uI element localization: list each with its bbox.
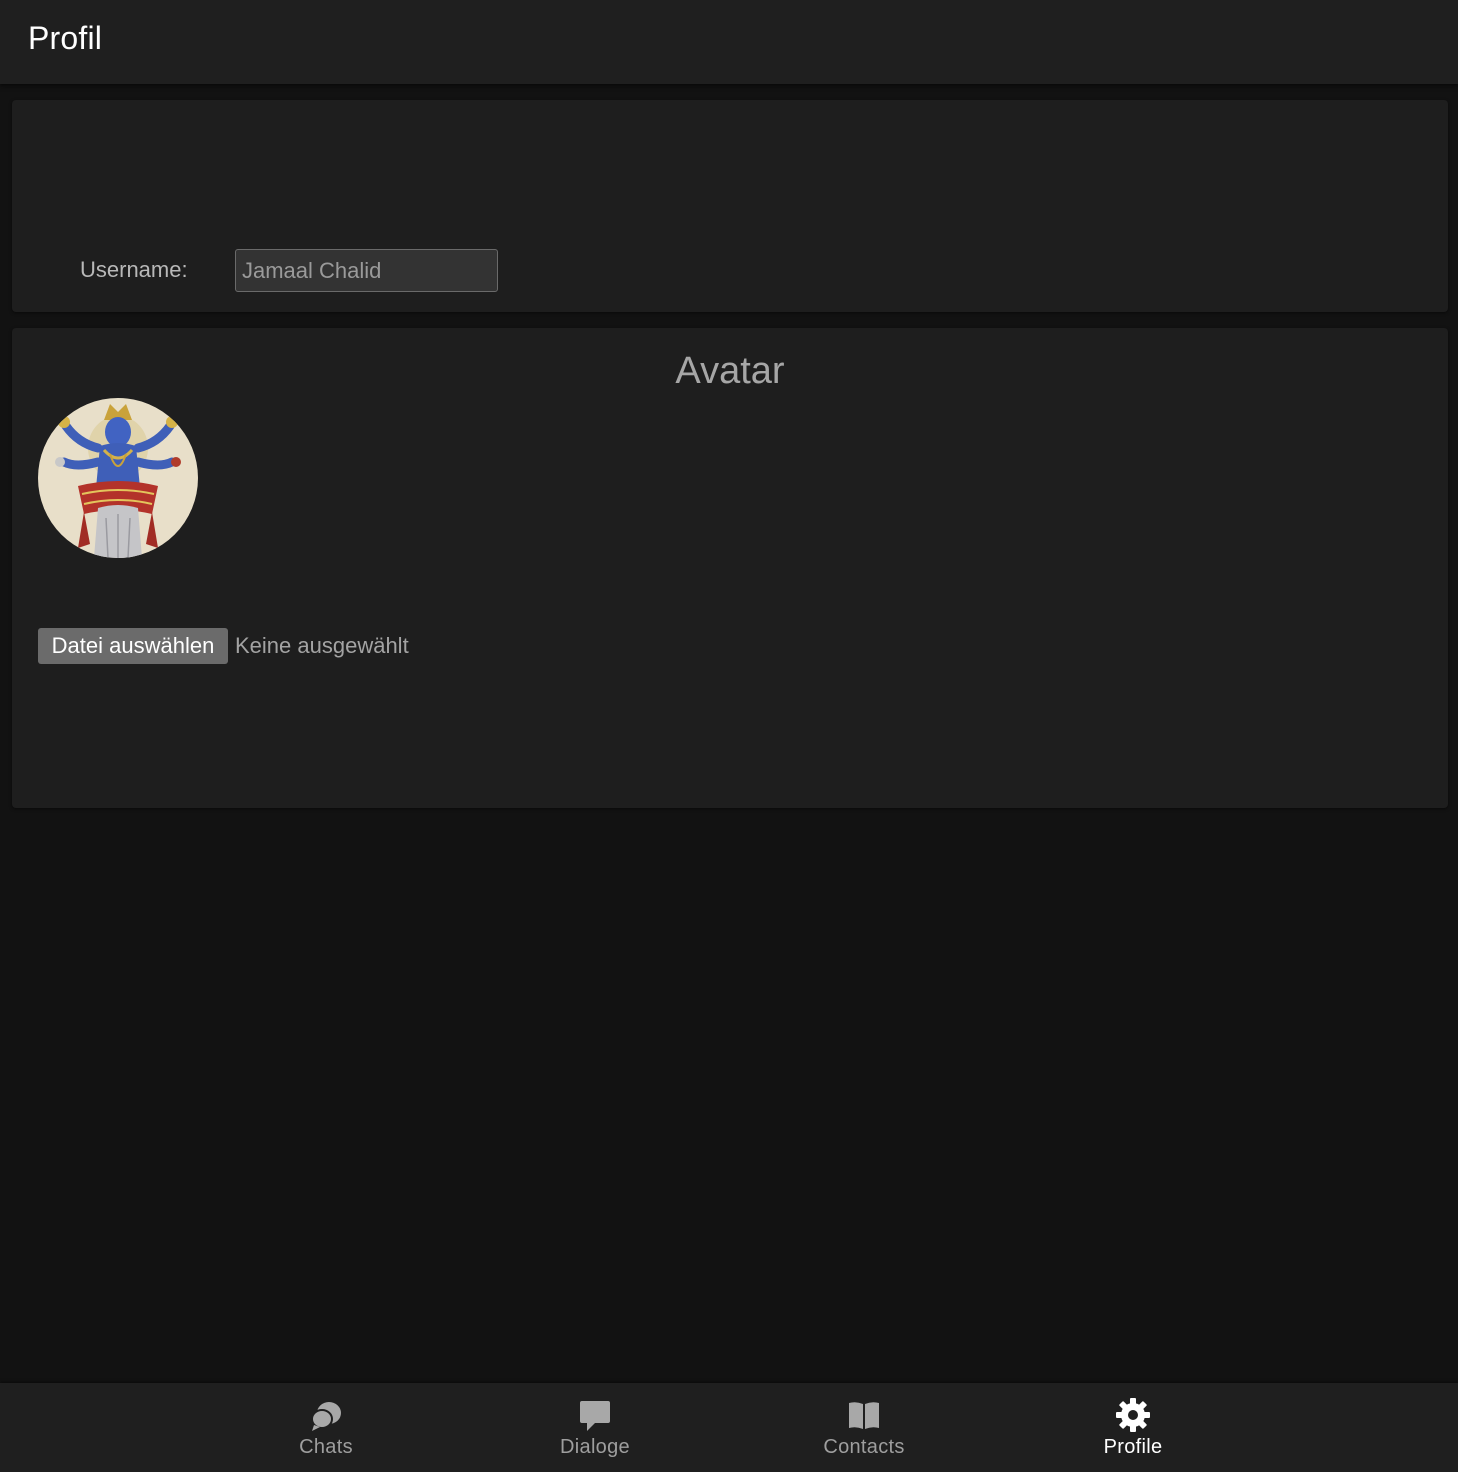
chats-icon xyxy=(311,1402,341,1431)
avatar-image xyxy=(38,398,198,558)
choose-file-button[interactable]: Datei auswählen xyxy=(38,628,228,664)
book-icon xyxy=(849,1402,879,1429)
tab-contacts[interactable]: Contacts xyxy=(774,1383,954,1472)
username-label: Username: xyxy=(80,257,188,282)
tab-label: Chats xyxy=(299,1436,353,1458)
avatar-heading: Avatar xyxy=(675,350,785,392)
chat-bubble-icon xyxy=(580,1401,610,1431)
username-input[interactable] xyxy=(235,249,498,292)
page-title: Profil xyxy=(28,20,103,56)
tab-chats[interactable]: Chats xyxy=(236,1383,416,1472)
gear-icon xyxy=(1116,1398,1150,1432)
tab-label: Profile xyxy=(1103,1436,1163,1458)
tab-label: Dialoge xyxy=(560,1436,630,1458)
avatar-card: Avatar Datei auswählen Keine ausgewählt xyxy=(12,328,1448,808)
file-status-text: Keine ausgewählt xyxy=(235,633,409,658)
tab-dialoge[interactable]: Dialoge xyxy=(505,1383,685,1472)
app-root: Profil Username: Avatar xyxy=(0,0,1458,1472)
username-card: Username: xyxy=(12,100,1448,312)
tab-profile[interactable]: Profile xyxy=(1043,1383,1223,1472)
bottom-tab-bar: Chats Dialoge Contacts Profile xyxy=(0,1383,1458,1472)
top-toolbar: Profil xyxy=(0,0,1458,84)
tab-label: Contacts xyxy=(823,1436,905,1458)
